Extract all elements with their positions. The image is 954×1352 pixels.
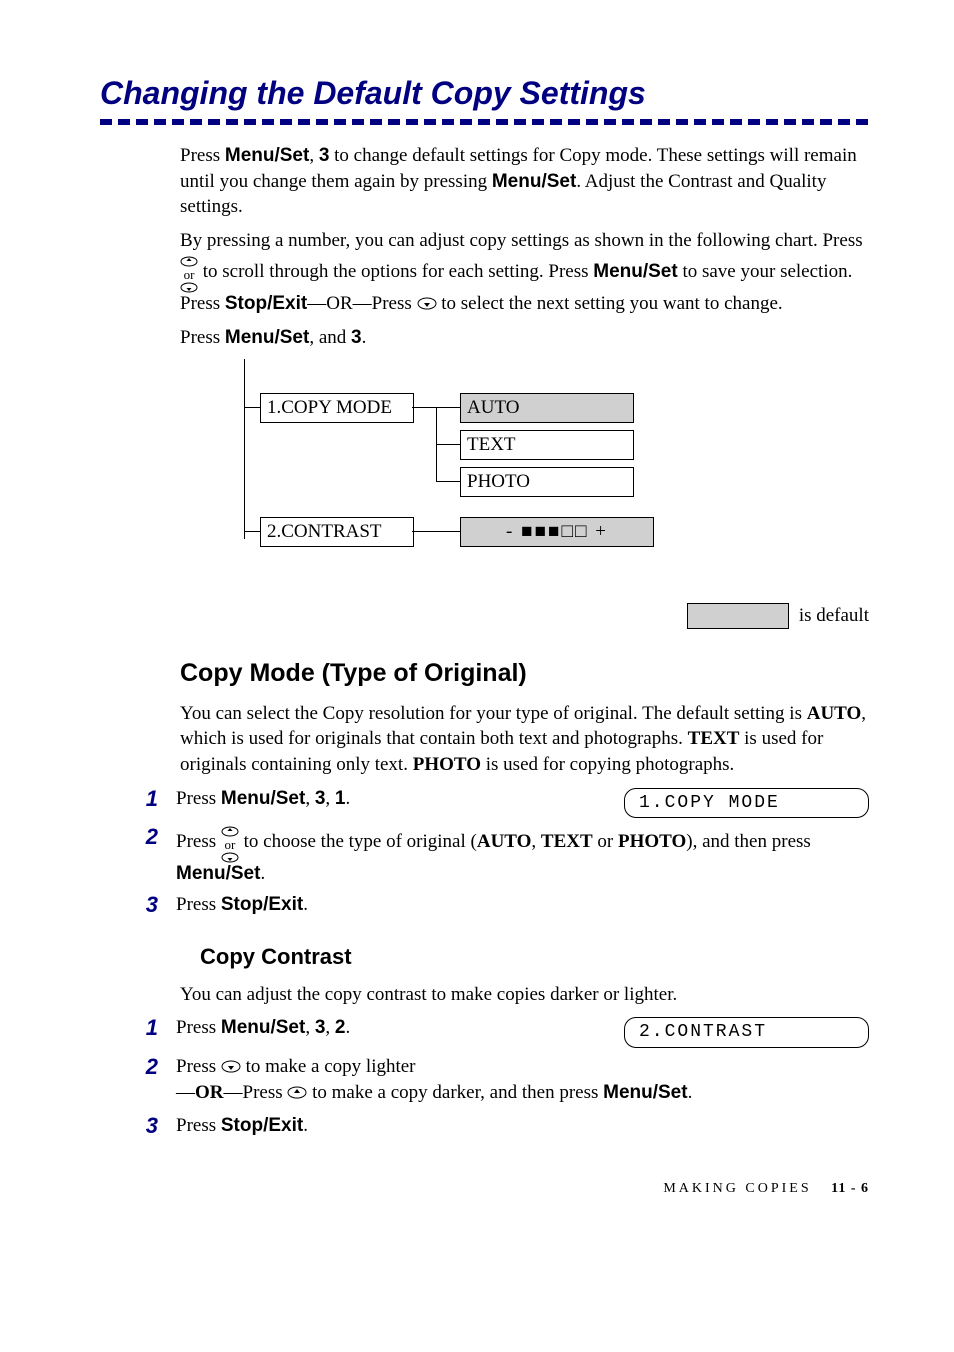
copy-mode-step-2: 2 Press or to choose the type of origina… bbox=[140, 824, 869, 887]
step-number: 2 bbox=[140, 1052, 158, 1082]
option-photo: PHOTO bbox=[460, 467, 634, 497]
intro-p1: Press Menu/Set, 3 to change default sett… bbox=[180, 143, 869, 220]
arrow-up-down-icon: or bbox=[221, 826, 239, 863]
copy-mode-step-1: 1 Press Menu/Set, 3, 1. 1.COPY MODE bbox=[140, 786, 869, 818]
step-number: 2 bbox=[140, 822, 158, 852]
option-text: TEXT bbox=[460, 430, 634, 460]
menu-copy-mode: 1.COPY MODE bbox=[260, 393, 414, 423]
step-number: 3 bbox=[140, 1111, 158, 1141]
option-auto: AUTO bbox=[460, 393, 634, 423]
section-copy-contrast: Copy Contrast bbox=[200, 942, 869, 972]
page-number: 11 - 6 bbox=[831, 1181, 869, 1196]
option-contrast: - ■■■□□ + bbox=[460, 517, 654, 547]
arrow-down-icon bbox=[417, 292, 437, 318]
copy-contrast-step-3: 3 Press Stop/Exit. bbox=[140, 1113, 869, 1141]
copy-contrast-step-1: 1 Press Menu/Set, 3, 2. 2.CONTRAST bbox=[140, 1015, 869, 1047]
page-footer: MAKING COPIES 11 - 6 bbox=[100, 1180, 869, 1199]
page-title: Changing the Default Copy Settings bbox=[100, 72, 869, 115]
step-number: 1 bbox=[140, 784, 158, 814]
step-number: 3 bbox=[140, 890, 158, 920]
copy-mode-step-3: 3 Press Stop/Exit. bbox=[140, 892, 869, 920]
section-copy-mode: Copy Mode (Type of Original) bbox=[180, 657, 869, 691]
legend: is default bbox=[180, 603, 869, 629]
step-number: 1 bbox=[140, 1013, 158, 1043]
intro-p3: Press Menu/Set, and 3. bbox=[180, 325, 869, 351]
copy-contrast-step-2: 2 Press to make a copy lighter —OR—Press… bbox=[140, 1054, 869, 1107]
lcd-copy-mode: 1.COPY MODE bbox=[624, 788, 869, 818]
copy-mode-body: You can select the Copy resolution for y… bbox=[180, 701, 869, 778]
legend-label: is default bbox=[799, 603, 869, 629]
legend-swatch bbox=[687, 603, 789, 629]
title-rule bbox=[100, 119, 869, 125]
arrow-up-icon bbox=[287, 1081, 307, 1107]
lcd-contrast: 2.CONTRAST bbox=[624, 1017, 869, 1047]
arrow-down-icon bbox=[221, 1055, 241, 1081]
arrow-up-down-icon: or bbox=[180, 256, 198, 293]
menu-contrast: 2.CONTRAST bbox=[260, 517, 414, 547]
menu-tree-diagram: 1.COPY MODE AUTO TEXT PHOTO 2.CONTRAST -… bbox=[180, 359, 869, 579]
copy-contrast-body: You can adjust the copy contrast to make… bbox=[180, 982, 869, 1008]
intro-p2: By pressing a number, you can adjust cop… bbox=[180, 228, 869, 317]
footer-section: MAKING COPIES bbox=[663, 1181, 811, 1196]
